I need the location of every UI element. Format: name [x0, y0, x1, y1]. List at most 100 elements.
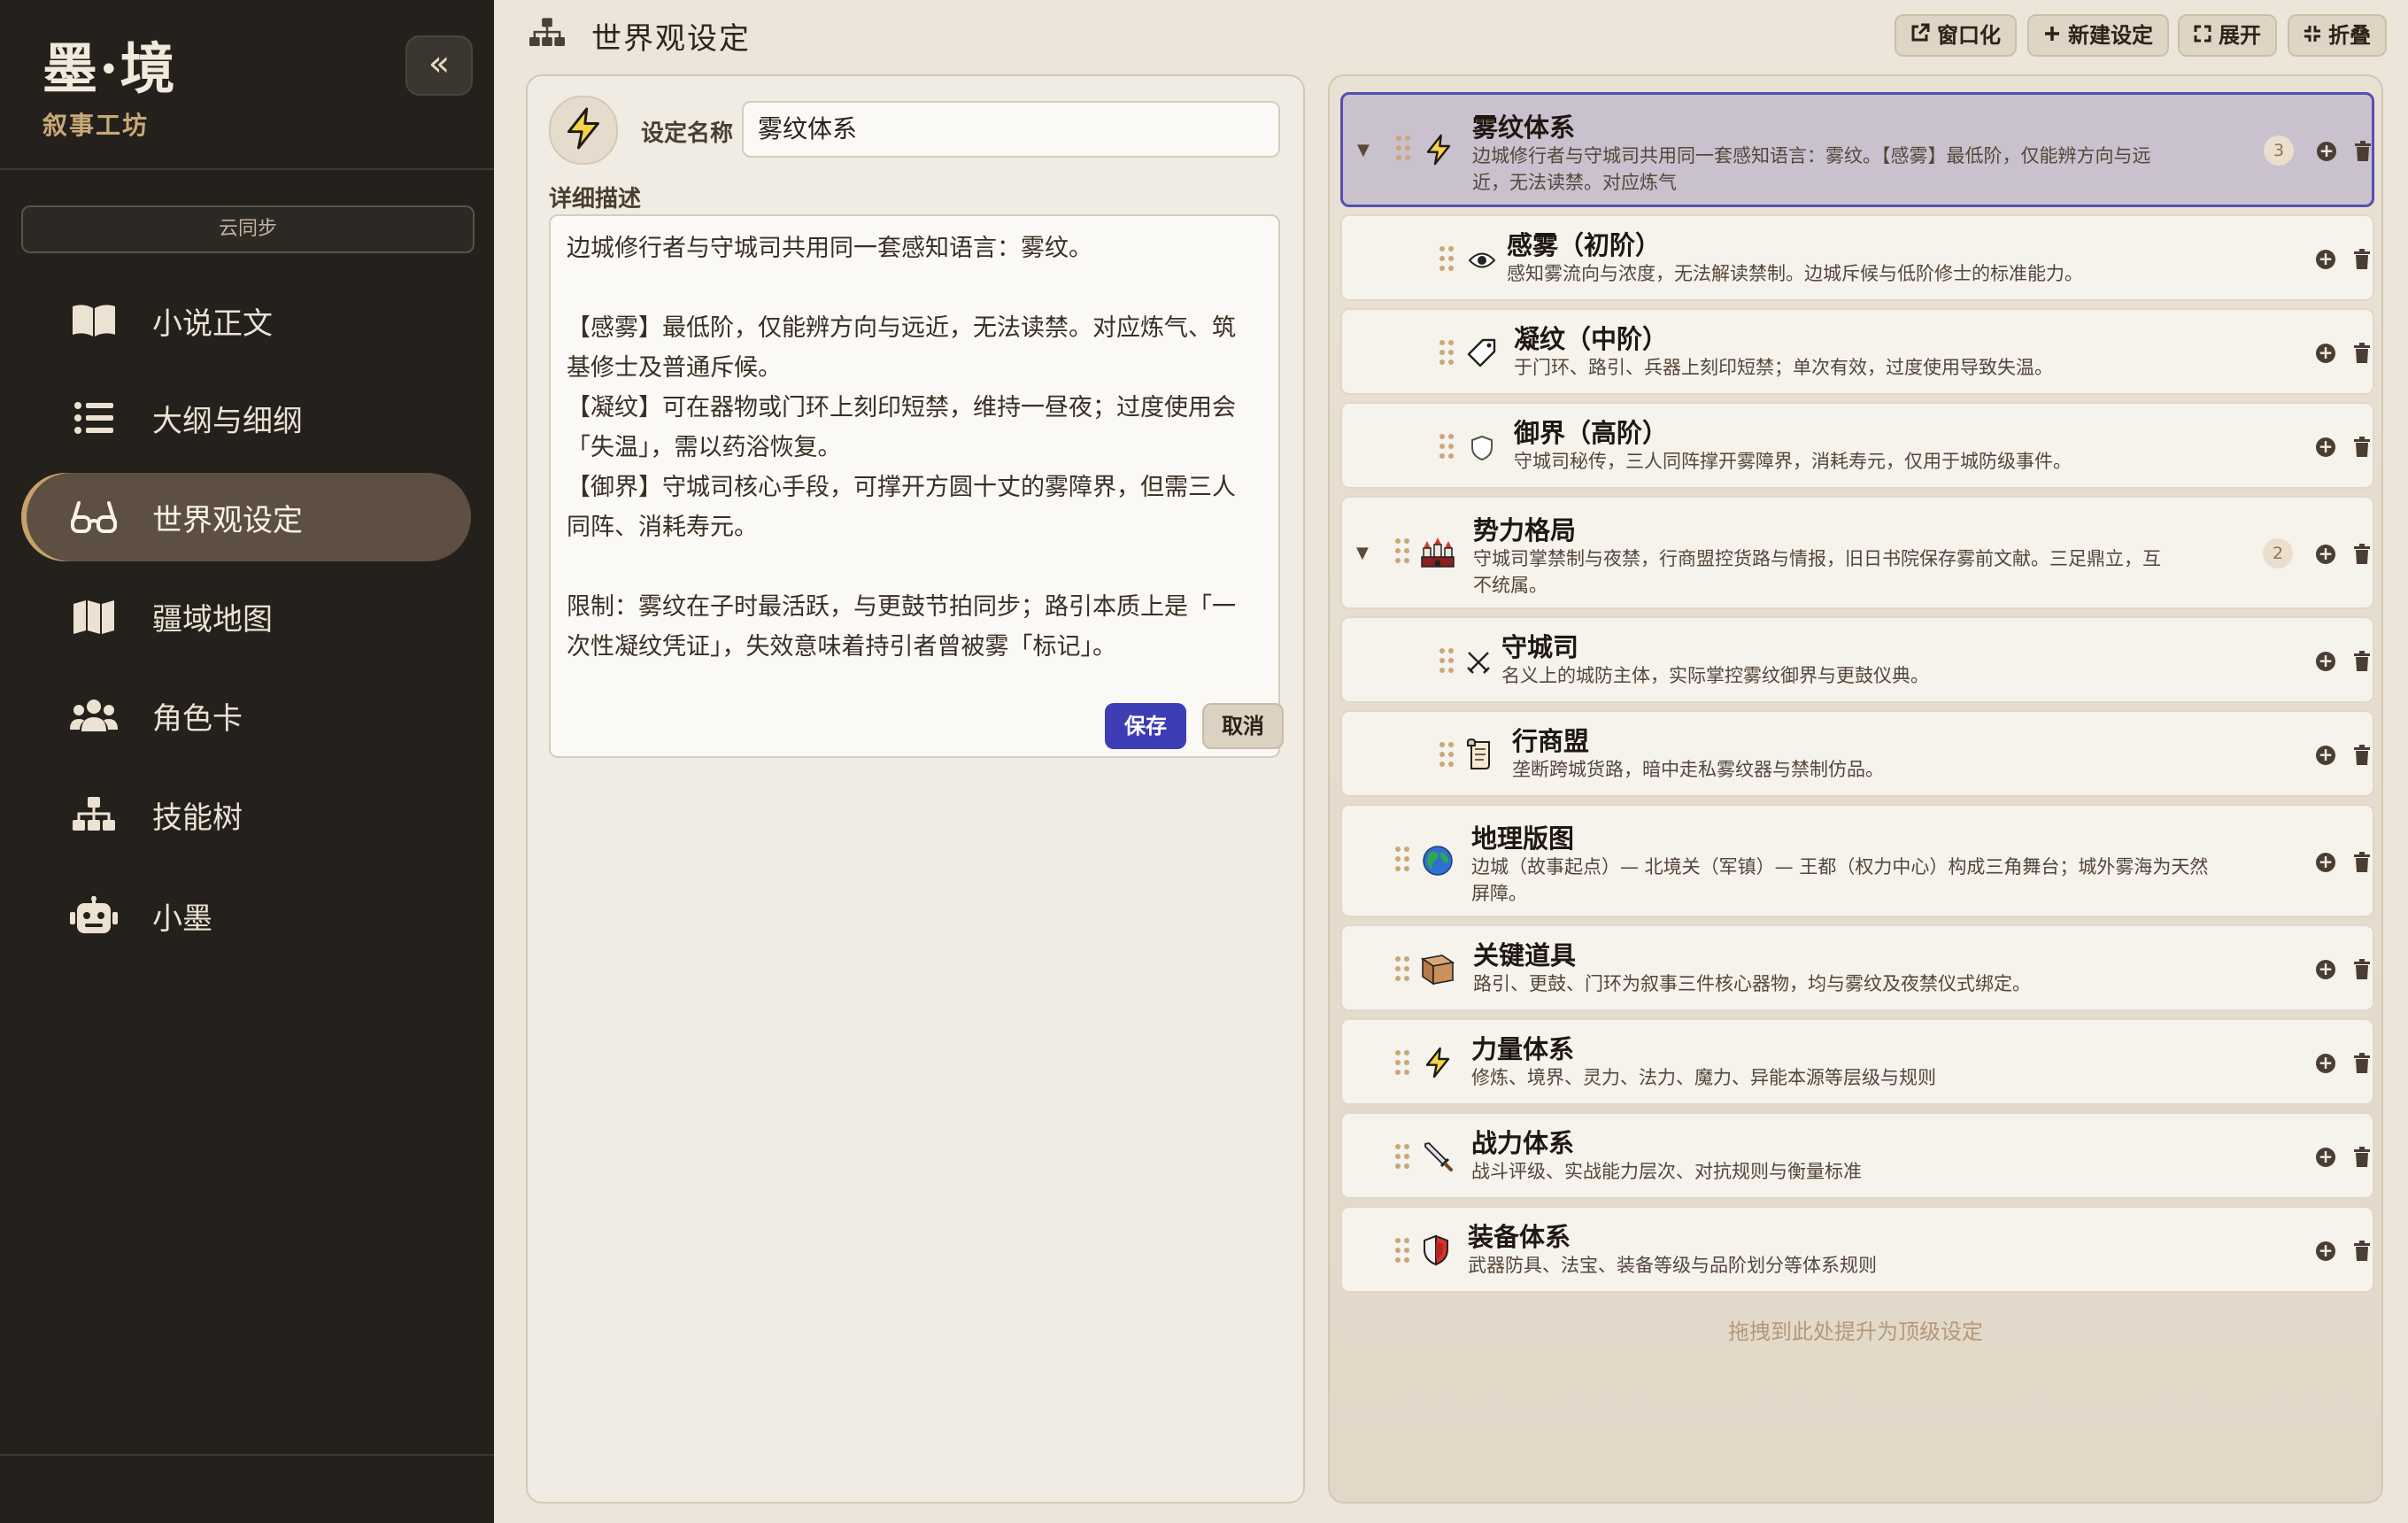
setting-icon-picker[interactable]	[549, 96, 618, 165]
drag-handle-icon[interactable]	[1395, 1050, 1411, 1077]
tree-item-factions[interactable]: ▼ 势力格局 守城司掌禁制与夜禁，行商盟控货路与情报，旧日书院保存雾前文献。三足…	[1340, 496, 2374, 609]
drag-handle-icon[interactable]	[1395, 956, 1411, 983]
expand-all-button[interactable]: 展开	[2178, 14, 2277, 57]
box-icon	[1420, 951, 1455, 986]
tree-item-key-items[interactable]: 关键道具 路引、更鼓、门环为叙事三件核心器物，均与雾纹及夜禁仪式绑定。 +	[1340, 924, 2374, 1011]
sidebar-item-worldbuilding[interactable]: 世界观设定	[21, 473, 471, 561]
tree-item-desc: 感知雾流向与浓度，无法解读禁制。边城斥候与低阶修士的标准能力。	[1507, 263, 2083, 284]
tree-item-desc: 垄断跨城货路，暗中走私雾纹器与禁制仿品。	[1512, 759, 1884, 780]
add-child-icon[interactable]: +	[2316, 746, 2335, 765]
delete-icon[interactable]	[2353, 745, 2371, 769]
page-title: 世界观设定	[591, 21, 751, 57]
delete-icon[interactable]	[2353, 437, 2371, 461]
description-line: 【凝纹】可在器物或门环上刻印短禁，维持一昼夜；过度使用会	[567, 394, 1236, 421]
drag-handle-icon[interactable]	[1395, 538, 1411, 565]
tree-item-title: 装备体系	[1468, 1222, 1571, 1252]
sidebar-item-novel[interactable]: 小说正文	[21, 276, 471, 365]
book-icon	[67, 303, 120, 338]
sidebar-item-map[interactable]: 疆域地图	[21, 572, 471, 661]
add-child-icon[interactable]: +	[2316, 437, 2335, 457]
description-line: 次性凝纹凭证」，失效意味着持引者曾被雾「标记」。	[567, 633, 1116, 661]
delete-icon[interactable]	[2353, 1241, 2371, 1265]
tree-item-condense-pattern[interactable]: 凝纹（中阶） 于门环、路引、兵器上刻印短禁；单次有效，过度使用导致失温。 +	[1340, 308, 2374, 395]
app-subtitle: 叙事工坊	[42, 111, 150, 140]
tree-item-desc: 边城（故事起点）— 北境关（军镇）— 王都（权力中心）构成三角舞台；城外雾海为天…	[1471, 856, 2209, 877]
drag-handle-icon[interactable]	[1439, 246, 1455, 273]
add-child-icon[interactable]: +	[2316, 344, 2335, 363]
child-count-badge: 3	[2264, 135, 2294, 166]
compress-icon	[2304, 15, 2321, 56]
delete-icon[interactable]	[2353, 852, 2371, 877]
lightning-icon	[564, 107, 603, 153]
tree-item-city-guard[interactable]: 守城司 名义上的城防主体，实际掌控雾纹御界与更鼓仪典。 +	[1340, 616, 2374, 703]
setting-name-input[interactable]: 雾纹体系	[742, 101, 1280, 158]
drag-handle-icon[interactable]	[1395, 1238, 1411, 1264]
collapse-sidebar-button[interactable]: «	[405, 35, 473, 96]
new-setting-button[interactable]: 新建设定	[2027, 14, 2169, 57]
drag-handle-icon[interactable]	[1439, 434, 1455, 460]
tree-item-equipment-system[interactable]: 装备体系 武器防具、法宝、装备等级与品阶划分等体系规则 +	[1340, 1206, 2374, 1293]
sidebar: 墨·境 叙事工坊 « 云同步 小说正文 大纲与细纲 世界观设定 疆域地图 角色卡	[0, 0, 494, 1523]
tree-item-title: 地理版图	[1471, 823, 1575, 854]
delete-icon[interactable]	[2353, 343, 2371, 367]
scroll-icon	[1463, 737, 1498, 772]
add-child-icon[interactable]: +	[2316, 250, 2335, 269]
drag-handle-icon[interactable]	[1439, 742, 1455, 769]
tree-item-title: 行商盟	[1512, 726, 1590, 756]
sidebar-item-assistant[interactable]: 小墨	[21, 871, 471, 960]
delete-icon[interactable]	[2353, 1053, 2371, 1078]
tree-item-title: 凝纹（中阶）	[1514, 324, 1669, 354]
add-child-icon[interactable]: +	[2317, 142, 2336, 161]
tree-item-desc: 战斗评级、实战能力层次、对抗规则与衡量标准	[1471, 1161, 1862, 1182]
users-icon	[67, 698, 120, 733]
cloud-sync-button[interactable]: 云同步	[21, 205, 475, 253]
glasses-icon	[67, 499, 120, 535]
tree-item-merchant-league[interactable]: 行商盟 垄断跨城货路，暗中走私雾纹器与禁制仿品。 +	[1340, 710, 2374, 797]
tree-item-title: 感雾（初阶）	[1507, 230, 1662, 260]
delete-icon[interactable]	[2354, 141, 2372, 166]
tree-item-power-system[interactable]: 力量体系 修炼、境界、灵力、法力、魔力、异能本源等层级与规则 +	[1340, 1018, 2374, 1105]
tree-item-geography[interactable]: 地理版图 边城（故事起点）— 北境关（军镇）— 王都（权力中心）构成三角舞台；城…	[1340, 804, 2374, 917]
tree-item-desc: 名义上的城防主体，实际掌控雾纹御界与更鼓仪典。	[1501, 665, 1929, 686]
tree-item-sense-mist[interactable]: 感雾（初阶） 感知雾流向与浓度，无法解读禁制。边城斥候与低阶修士的标准能力。 +	[1340, 214, 2374, 301]
collapse-all-button[interactable]: 折叠	[2288, 14, 2387, 57]
promote-to-top-dropzone[interactable]: 拖拽到此处提升为顶级设定	[1330, 1314, 2381, 1345]
tree-item-guard-realm[interactable]: 御界（高阶） 守城司秘传，三人同阵撑开雾障界，消耗寿元，仅用于城防级事件。 +	[1340, 402, 2374, 489]
delete-icon[interactable]	[2353, 249, 2371, 274]
add-child-icon[interactable]: +	[2316, 545, 2335, 564]
collapse-caret-icon[interactable]: ▼	[1357, 141, 1370, 159]
tree-item-mist-pattern-system[interactable]: ▼ 雾纹体系 边城修行者与守城司共用同一套感知语言：雾纹。【感雾】最低阶，仅能辨…	[1340, 92, 2374, 207]
sidebar-item-characters[interactable]: 角色卡	[21, 671, 471, 760]
cancel-button[interactable]: 取消	[1202, 703, 1284, 749]
drag-handle-icon[interactable]	[1439, 340, 1455, 367]
collapse-caret-icon[interactable]: ▼	[1356, 544, 1369, 562]
save-button[interactable]: 保存	[1105, 703, 1186, 749]
description-textarea[interactable]: 边城修行者与守城司共用同一套感知语言：雾纹。 【感雾】最低阶，仅能辨方向与远近，…	[549, 214, 1280, 758]
sidebar-item-label: 大纲与细纲	[152, 403, 303, 439]
drag-handle-icon[interactable]	[1396, 135, 1412, 162]
window-mode-button[interactable]: 窗口化	[1895, 14, 2017, 57]
delete-icon[interactable]	[2353, 959, 2371, 984]
delete-icon[interactable]	[2353, 544, 2371, 568]
tree-item-title: 御界（高阶）	[1514, 418, 1669, 448]
delete-icon[interactable]	[2353, 651, 2371, 676]
add-child-icon[interactable]: +	[2316, 853, 2335, 872]
globe-icon	[1420, 843, 1455, 878]
add-child-icon[interactable]: +	[2316, 960, 2335, 979]
delete-icon[interactable]	[2353, 1147, 2371, 1171]
tree-item-combat-system[interactable]: 战力体系 战斗评级、实战能力层次、对抗规则与衡量标准 +	[1340, 1112, 2374, 1199]
add-child-icon[interactable]: +	[2316, 1241, 2335, 1261]
tag-icon	[1464, 335, 1500, 370]
add-child-icon[interactable]: +	[2316, 1148, 2335, 1167]
description-label: 详细描述	[549, 186, 642, 213]
drag-handle-icon[interactable]	[1395, 847, 1411, 873]
add-child-icon[interactable]: +	[2316, 652, 2335, 671]
sidebar-item-label: 小墨	[152, 901, 212, 937]
brand: 墨·境 叙事工坊	[42, 35, 177, 142]
sidebar-item-outline[interactable]: 大纲与细纲	[21, 374, 471, 462]
drag-handle-icon[interactable]	[1439, 648, 1455, 675]
add-child-icon[interactable]: +	[2316, 1054, 2335, 1073]
drag-handle-icon[interactable]	[1395, 1144, 1411, 1171]
sidebar-item-skill-tree[interactable]: 技能树	[21, 770, 471, 859]
tree-item-title: 势力格局	[1473, 515, 1577, 545]
